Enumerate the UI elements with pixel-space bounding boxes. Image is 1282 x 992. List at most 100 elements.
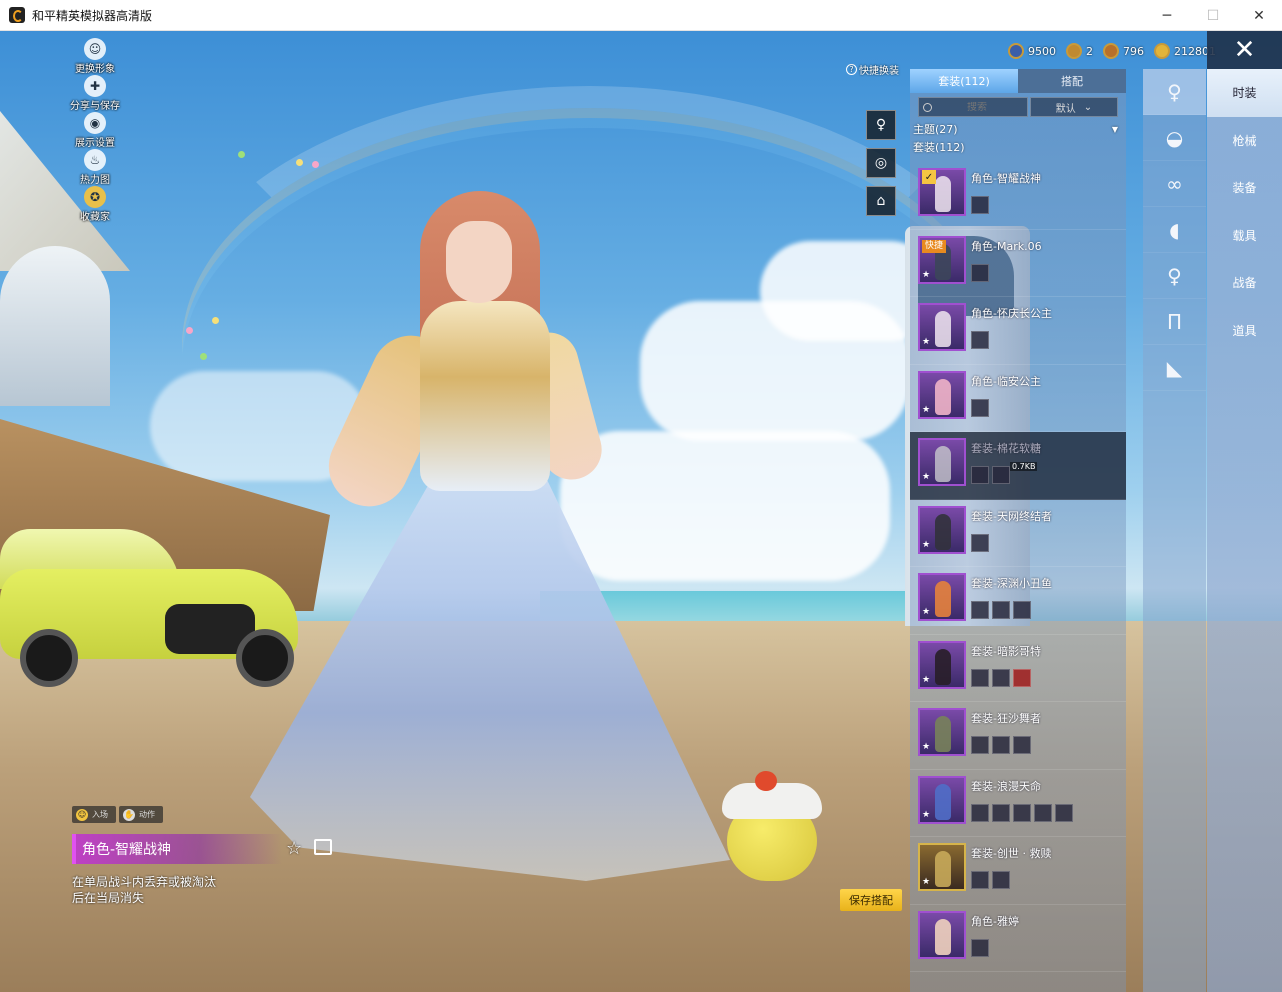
currency-value: 9500 (1028, 44, 1056, 58)
list-item[interactable]: 快捷 ★ 角色-Mark.06 (910, 230, 1126, 297)
part-icon (971, 601, 989, 619)
tab-label: 动作 (139, 810, 155, 819)
list-item[interactable]: ★ 套装-狂沙舞者 (910, 702, 1126, 770)
full-body-icon[interactable]: ♀ (1143, 69, 1206, 115)
item-parts (971, 871, 1051, 889)
tab-gesture[interactable]: ✋ 动作 (119, 806, 163, 823)
download-size: 0.7KB (1010, 462, 1038, 471)
left-menu-item-heat[interactable]: ♨ 热力图 (60, 149, 130, 186)
list-item[interactable]: ★ 角色-怀庆长公主 (910, 297, 1126, 365)
item-parts (971, 263, 1042, 282)
help-icon[interactable]: ? (846, 64, 857, 75)
list-item[interactable]: ★ 套装-浪漫天命 (910, 770, 1126, 837)
save-outfit-button[interactable]: 保存搭配 (840, 889, 902, 911)
minimize-button[interactable]: ─ (1144, 0, 1190, 31)
shoes-icon[interactable]: ◣ (1143, 345, 1206, 391)
item-thumbnail: ★ (918, 640, 966, 689)
star-icon: ★ (922, 809, 931, 820)
share-icon[interactable] (314, 839, 332, 855)
quick-slot-badge[interactable]: ◎ (866, 148, 896, 178)
nav-fashion[interactable]: 时装 (1207, 69, 1282, 117)
check-icon: ✓ (922, 170, 936, 184)
close-window-button[interactable]: ✕ (1236, 0, 1282, 31)
item-description: 在单局战斗内丢弃或被淘汰后在当局消失 (72, 875, 217, 905)
quick-change-label[interactable]: ? 快捷换装 (846, 62, 899, 77)
left-menu-label: 热力图 (80, 175, 110, 186)
item-parts (971, 196, 1041, 214)
maximize-button[interactable]: ☐ (1190, 0, 1236, 31)
flame-icon: ♨ (84, 149, 106, 171)
item-thumbnail: ★ (918, 843, 966, 891)
item-name: 角色-雅婷 (971, 914, 1019, 928)
part-icon (1013, 601, 1031, 619)
nav-guns[interactable]: 枪械 (1207, 117, 1282, 165)
nav-props[interactable]: 道具 (1207, 307, 1282, 355)
window-titlebar: 和平精英模拟器高清版 ─ ☐ ✕ (0, 0, 1282, 31)
currency-bar: 9500 2 796 212801 (1008, 41, 1216, 61)
search-icon (923, 102, 932, 112)
character-face (446, 221, 512, 303)
tab-entrance[interactable]: ☺ 入场 (72, 806, 116, 823)
sort-label: 默认 (1055, 103, 1076, 115)
left-menu: ☺ 更换形象 ✚ 分享与保存 ◉ 展示设置 ♨ 热力图 ✪ 收藏家 (60, 38, 130, 223)
part-icon (971, 668, 989, 687)
close-wardrobe-button[interactable]: ✕ (1207, 31, 1282, 69)
list-item[interactable]: ★ 套装-天网终结者 (910, 500, 1126, 567)
quick-change-text: 快捷换装 (859, 66, 899, 77)
nav-equipment[interactable]: 装备 (1207, 164, 1282, 212)
window-title: 和平精英模拟器高清版 (32, 8, 153, 23)
list-item[interactable]: ★ 套装-暗影哥特 (910, 635, 1126, 702)
item-thumbnail: ★ (918, 303, 966, 351)
nav-vehicles[interactable]: 载具 (1207, 212, 1282, 260)
tab-outfits[interactable]: 搭配 (1018, 69, 1126, 93)
thumb-figure (935, 176, 951, 212)
list-item[interactable]: ★ 套装-深渊小丑鱼 (910, 567, 1126, 635)
car-wheel (20, 629, 78, 687)
item-info: 套装-创世 · 救赎 (971, 845, 1051, 889)
item-name: 套装-棉花软糖 (971, 442, 1041, 455)
list-item[interactable]: ★ 角色-临安公主 (910, 365, 1126, 432)
dress-icon[interactable]: ♀ (1143, 253, 1206, 299)
left-menu-label: 分享与保存 (70, 101, 120, 112)
thumb-figure (935, 783, 951, 820)
star-outline-icon[interactable]: ☆ (286, 838, 302, 859)
list-item[interactable]: 角色-雅婷 (910, 905, 1126, 972)
left-menu-item-display[interactable]: ◉ 展示设置 (60, 112, 130, 149)
item-parts (971, 938, 1019, 957)
search-input[interactable] (932, 101, 1022, 113)
nav-battle-gear[interactable]: 战备 (1207, 259, 1282, 307)
sort-dropdown[interactable]: 默认 ⌄ (1030, 97, 1118, 117)
tab-suits[interactable]: 套装(112) (910, 69, 1018, 93)
part-icon (992, 736, 1010, 754)
part-icon (971, 466, 989, 484)
glasses-icon[interactable]: ∞ (1143, 161, 1206, 207)
left-menu-item-share[interactable]: ✚ 分享与保存 (60, 75, 130, 112)
chick-comb (755, 771, 777, 791)
star-icon: ★ (922, 539, 931, 550)
list-item[interactable]: ★ 套装-棉花软糖 0.7KB (910, 432, 1126, 500)
search-field[interactable] (918, 97, 1028, 117)
medal-icon (1103, 43, 1119, 59)
item-thumbnail: ★ (918, 505, 966, 554)
balloon (212, 317, 219, 324)
item-info: 套装-天网终结者 (971, 508, 1052, 552)
mask-icon[interactable]: ◖ (1143, 207, 1206, 253)
coin-blue-icon (1008, 43, 1024, 59)
panel-search-row: 默认 ⌄ (910, 93, 1126, 117)
list-item[interactable]: ★ 套装-创世 · 救赎 (910, 837, 1126, 905)
hat-icon[interactable]: ◒ (1143, 115, 1206, 161)
category-icon-column: ♀ ◒ ∞ ◖ ♀ Π ◣ (1143, 69, 1206, 992)
quick-slot-wardrobe[interactable]: ⌂ (866, 186, 896, 216)
currency-value: 796 (1123, 44, 1144, 58)
left-menu-item-avatar[interactable]: ☺ 更换形象 (60, 38, 130, 75)
item-info: 角色-雅婷 (971, 913, 1019, 957)
suit-filter[interactable]: 套装(112) (910, 138, 1126, 156)
theme-filter[interactable]: 主题(27) ▼ (910, 120, 1126, 138)
item-info: 角色-Mark.06 (971, 238, 1042, 282)
pants-icon[interactable]: Π (1143, 299, 1206, 345)
item-thumbnail: 快捷 ★ (918, 235, 966, 284)
left-menu-item-collector[interactable]: ✪ 收藏家 (60, 186, 130, 223)
quick-slot-figure[interactable]: ♀ (866, 110, 896, 140)
player-character[interactable] (250, 191, 730, 911)
list-item[interactable]: ✓ 角色-智耀战神 (910, 162, 1126, 230)
